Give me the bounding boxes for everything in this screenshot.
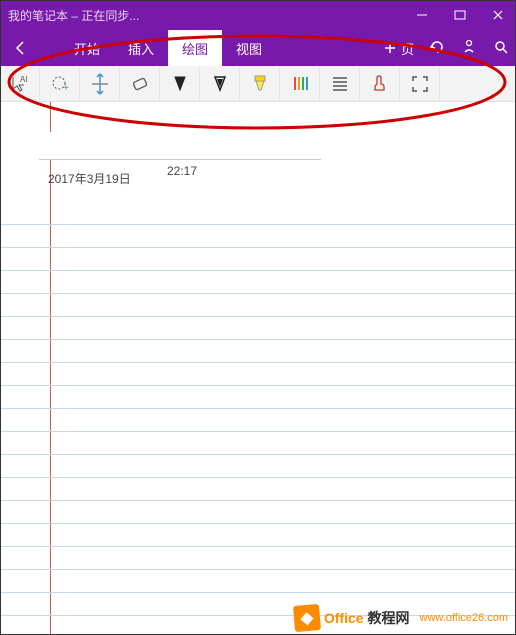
svg-text:AI: AI (20, 75, 28, 84)
touch-mode-tool[interactable] (360, 66, 400, 101)
svg-text:+: + (63, 83, 69, 94)
note-time: 22:17 (167, 164, 197, 178)
note-date: 2017年3月19日 (48, 170, 131, 187)
undo-button[interactable] (428, 38, 446, 59)
ribbon-right-controls: 页 (383, 38, 510, 59)
back-button[interactable] (0, 30, 40, 66)
highlighter-tool[interactable] (240, 66, 280, 101)
window-controls (412, 5, 508, 25)
fullscreen-tool[interactable] (400, 66, 440, 101)
tab-view[interactable]: 视图 (222, 30, 276, 66)
watermark-brand2: 教程网 (368, 608, 410, 628)
insert-space-tool[interactable] (80, 66, 120, 101)
add-page-label: 页 (401, 39, 414, 58)
ribbon-tabs: 开始 插入 绘图 视图 (60, 30, 276, 66)
lasso-select-tool[interactable]: + (40, 66, 80, 101)
tab-draw[interactable]: 绘图 (168, 30, 222, 66)
search-button[interactable] (492, 38, 510, 59)
ribbon: 开始 插入 绘图 视图 页 (0, 30, 516, 66)
watermark-url: www.office26.com (420, 612, 508, 624)
draw-toolbar: AI + (0, 66, 516, 102)
watermark-brand1: Office (324, 610, 364, 626)
add-page-button[interactable]: 页 (383, 39, 414, 58)
pen-outline-tool[interactable] (200, 66, 240, 101)
watermark-icon: ◆ (293, 604, 321, 632)
minimize-button[interactable] (412, 5, 432, 25)
pen-black-tool[interactable] (160, 66, 200, 101)
eraser-tool[interactable] (120, 66, 160, 101)
ruled-lines-tool[interactable] (320, 66, 360, 101)
page-title-input[interactable] (39, 132, 321, 160)
share-button[interactable] (460, 38, 478, 59)
close-button[interactable] (488, 5, 508, 25)
text-select-tool[interactable]: AI (0, 66, 40, 101)
tab-start[interactable]: 开始 (60, 30, 114, 66)
note-canvas[interactable]: 2017年3月19日 22:17 (0, 102, 516, 635)
maximize-button[interactable] (450, 5, 470, 25)
tab-insert[interactable]: 插入 (114, 30, 168, 66)
watermark: ◆ Office教程网 www.office26.com (294, 605, 508, 631)
color-pens-tool[interactable] (280, 66, 320, 101)
ruled-lines-bg (0, 202, 516, 635)
titlebar: 我的笔记本 – 正在同步... (0, 0, 516, 30)
window-title: 我的笔记本 – 正在同步... (8, 7, 412, 24)
